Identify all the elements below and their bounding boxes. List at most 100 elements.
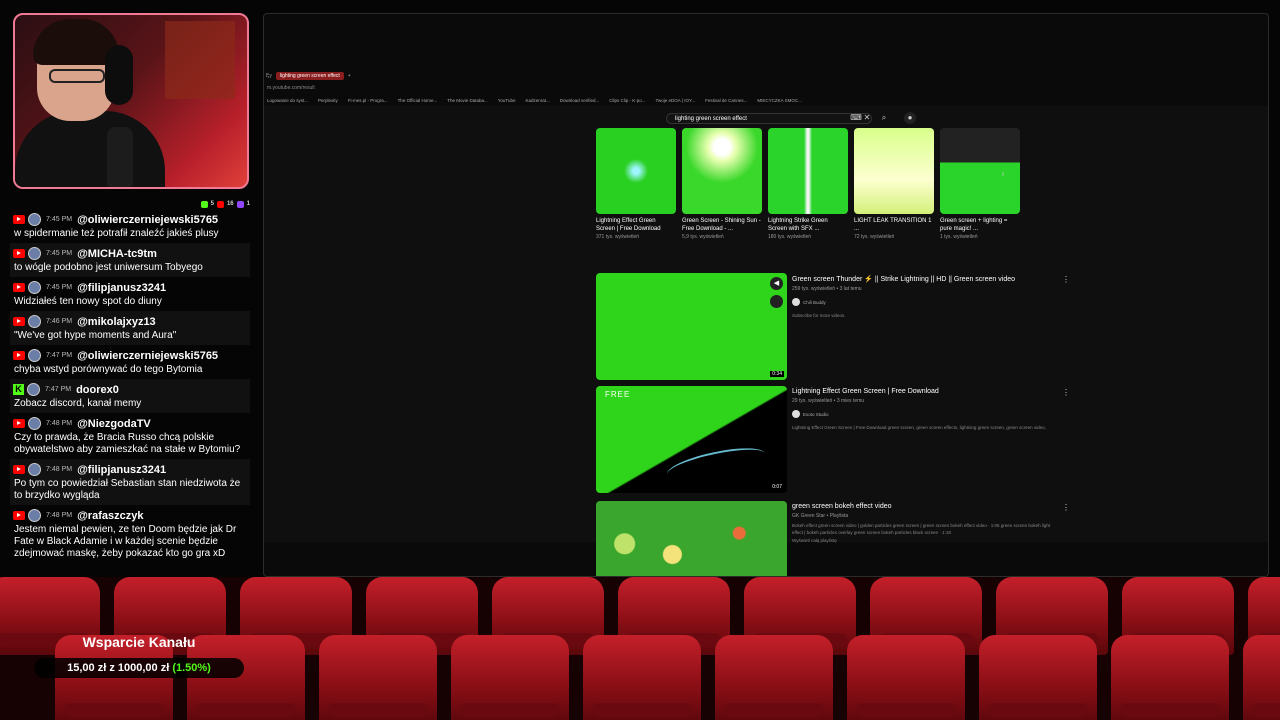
bookmark-item[interactable]: MIECYCZKA SMOC... <box>757 98 802 103</box>
video-meta: 259 tys. wyświetleń • 3 lat temu <box>792 286 862 292</box>
shorts-title[interactable]: Lightning Effect Green Screen | Free Dow… <box>596 217 676 233</box>
youtube-icon <box>13 419 25 428</box>
message-author: @filipjanusz3241 <box>77 281 167 294</box>
bookmark-item[interactable]: Perplexity <box>318 98 338 103</box>
shorts-thumbnail[interactable] <box>768 128 848 214</box>
shorts-item[interactable]: Lightning Effect Green Screen | Free Dow… <box>596 128 676 240</box>
chat-message: 7:45 PM @MICHA-tc9tm to wógle podobno jest… <box>10 243 250 277</box>
wall-poster <box>165 21 235 99</box>
message-time: 7:45 PM <box>46 284 73 291</box>
chevron-right-icon[interactable]: › <box>997 168 1009 180</box>
video-description: Subscribe for more videos. <box>792 313 846 318</box>
message-text: Widziałeś ten nowy spot do diuny <box>14 296 162 307</box>
youtube-results-page: lighting green screen effect ⌨ ✕ ⌕ ● Lig… <box>264 106 1268 576</box>
avatar <box>28 509 41 522</box>
playlist-description: Bokeh effect green screen video | golden… <box>792 523 1051 535</box>
channel-avatar[interactable] <box>792 410 800 418</box>
captions-icon[interactable] <box>770 295 783 308</box>
donation-amount: 15,00 zł <box>67 662 107 674</box>
twitch-icon <box>236 200 244 208</box>
message-text: to wógle podobno jest uniwersum Tobyego <box>14 262 203 273</box>
shorts-thumbnail[interactable] <box>682 128 762 214</box>
search-icon[interactable]: ⌕ <box>878 112 890 124</box>
chat-message: K 7:47 PM doorex0 Zobacz discord, kanał mem… <box>10 379 250 413</box>
chat-message: 7:45 PM @filipjanusz3241 Widziałeś ten now… <box>10 277 250 311</box>
youtube-icon <box>13 215 25 224</box>
channel-name[interactable]: Chili Buddy <box>803 300 826 305</box>
webcam-feed <box>13 13 249 189</box>
shorts-item[interactable]: LIGHT LEAK TRANSITION 1 ... 72 tys. wyświ… <box>854 128 934 240</box>
message-time: 7:48 PM <box>46 512 73 519</box>
message-time: 7:46 PM <box>46 318 73 325</box>
chat-panel[interactable]: 5 16 1 7:45 PM @oliwierczerniejewski5765 w… <box>10 199 250 577</box>
shorts-item[interactable]: Green Screen - Shining Sun - Free Downlo… <box>682 128 762 240</box>
playlist-result[interactable]: green screen bokeh effect video GK Green… <box>596 501 1070 576</box>
address-bar[interactable]: m.youtube.com/result <box>267 85 315 91</box>
shorts-thumbnail[interactable] <box>596 128 676 214</box>
donation-goal: Wsparcie Kanału 15,00 zł z 1000,00 zł (1… <box>32 630 246 688</box>
shorts-title[interactable]: Lightning Strike Green Screen with SFX .… <box>768 217 848 233</box>
channel-name[interactable]: Exoto Studio <box>803 412 829 417</box>
mic-icon[interactable]: ● <box>904 112 916 124</box>
bookmark-item[interactable]: The Official Home... <box>398 98 438 103</box>
mute-icon[interactable]: ◀ <box>770 277 783 290</box>
message-text: Czy to prawda, że Bracia Russo chcą pols… <box>14 432 241 455</box>
shorts-title[interactable]: Green Screen - Shining Sun - Free Downlo… <box>682 217 762 233</box>
video-title[interactable]: Lightning Effect Green Screen | Free Dow… <box>792 388 1062 395</box>
more-options-icon[interactable]: ⋮ <box>1062 275 1070 284</box>
donation-goal-bar: 15,00 zł z 1000,00 zł (1.50%) <box>34 658 244 678</box>
search-input[interactable]: lighting green screen effect <box>666 113 872 124</box>
message-time: 7:48 PM <box>46 420 73 427</box>
tab-strip[interactable]: Ęy lighting green screen effect + <box>266 71 351 81</box>
tab-active[interactable]: lighting green screen effect <box>275 72 344 80</box>
bookmark-item[interactable]: Logowanie do syst... <box>267 98 308 103</box>
message-time: 7:47 PM <box>45 386 72 393</box>
bookmark-item[interactable]: Download verified... <box>560 98 600 103</box>
video-thumbnail[interactable]: ◀ 0:34 <box>596 273 787 380</box>
tab-inactive[interactable]: Ęy <box>266 73 272 79</box>
bookmark-item[interactable]: Fi-mes.pl - Progra... <box>348 98 388 103</box>
message-author: @MICHA-tc9tm <box>77 247 157 260</box>
message-author: @oliwierczerniejewski5765 <box>77 349 219 362</box>
avatar <box>28 349 41 362</box>
playlist-title[interactable]: green screen bokeh effect video <box>792 503 1062 510</box>
youtube-icon <box>216 200 224 208</box>
bookmark-item[interactable]: The Movie Databa... <box>447 98 488 103</box>
clear-icon[interactable]: ✕ <box>861 112 873 124</box>
more-options-icon[interactable]: ⋮ <box>1062 503 1070 512</box>
browser-window[interactable]: Ęy lighting green screen effect + m.yout… <box>263 13 1269 577</box>
bookmarks-bar[interactable]: Logowanie do syst... Perplexity Fi-mes.pl … <box>267 98 802 103</box>
bookmark-item[interactable]: Kadzenrat... <box>525 98 549 103</box>
message-text: Jestem niemal pewien, ze ten Doom będzie… <box>14 524 237 559</box>
shorts-thumbnail[interactable] <box>854 128 934 214</box>
video-result[interactable]: FREE 0:07 Lightning Effect Green Screen … <box>596 386 1070 494</box>
shorts-item[interactable]: Green screen + lighting = pure magic! ..… <box>940 128 1020 240</box>
new-tab-icon[interactable]: + <box>348 73 351 79</box>
playlist-meta: GK Green Star • Playlista <box>792 513 849 519</box>
chat-message: 7:48 PM @rafaszczyk Jestem niemal pewien, … <box>10 505 250 563</box>
kick-icon <box>200 200 208 208</box>
avatar <box>28 463 41 476</box>
video-title[interactable]: Green screen Thunder ⚡ || Strike Lightni… <box>792 275 1062 283</box>
video-thumbnail[interactable]: FREE 0:07 <box>596 386 787 493</box>
view-playlist-link[interactable]: Wyświetl całą playlistę <box>792 537 1062 544</box>
channel-avatar[interactable] <box>792 298 800 306</box>
shorts-title[interactable]: LIGHT LEAK TRANSITION 1 ... <box>854 217 934 233</box>
message-author: @rafaszczyk <box>77 509 144 522</box>
video-result[interactable]: ◀ 0:34 Green screen Thunder ⚡ || Strike … <box>596 273 1070 381</box>
stream-overlay: 5 16 1 7:45 PM @oliwierczerniejewski5765 w… <box>0 0 1280 720</box>
headphones <box>105 45 133 105</box>
donation-sep: z <box>109 662 115 674</box>
more-options-icon[interactable]: ⋮ <box>1062 388 1070 397</box>
playlist-thumbnail[interactable] <box>596 501 787 576</box>
kick-icon: K <box>13 384 24 395</box>
shorts-item[interactable]: Lightning Strike Green Screen with SFX .… <box>768 128 848 240</box>
message-time: 7:47 PM <box>46 352 73 359</box>
shorts-title[interactable]: Green screen + lighting = pure magic! ..… <box>940 217 1020 233</box>
bookmark-item[interactable]: Clips Clip - K-po... <box>609 98 645 103</box>
bookmark-item[interactable]: Twoje eDOA | IOY... <box>656 98 696 103</box>
bookmark-item[interactable]: YouTube <box>498 98 516 103</box>
twitch-viewers: 1 <box>246 201 250 207</box>
video-duration: 0:34 <box>770 371 784 377</box>
bookmark-item[interactable]: Festival de Cannes... <box>705 98 747 103</box>
